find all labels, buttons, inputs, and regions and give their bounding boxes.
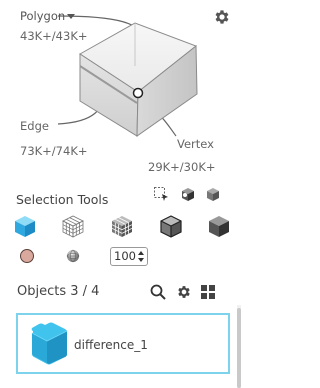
object-thumbnail	[31, 322, 68, 365]
polygon-label: Polygon	[20, 9, 66, 23]
vertex-count: 29K+/30K+	[148, 160, 216, 174]
sphere-icon[interactable]	[66, 249, 80, 263]
color-swatch[interactable]	[20, 249, 34, 263]
wireframe-mode-icon[interactable]	[61, 214, 85, 238]
topology-panel: Polygon 43K+/43K+ Edge 73K+/74K+ Vertex …	[0, 0, 245, 180]
polygon-count: 43K+/43K+	[20, 29, 88, 43]
cube-3d	[79, 22, 198, 137]
solid-mode-icon[interactable]	[207, 214, 231, 238]
edge-label: Edge	[20, 119, 49, 133]
gear-icon[interactable]	[213, 8, 231, 26]
gear-icon[interactable]	[176, 284, 192, 300]
vertex-marker	[132, 87, 144, 99]
cube-select-icon[interactable]	[180, 186, 196, 202]
object-list-item[interactable]: difference_1	[16, 313, 230, 374]
objects-title: Objects 3 / 4	[17, 284, 100, 299]
grid-view-icon[interactable]	[200, 284, 216, 300]
box-select-icon[interactable]	[153, 186, 169, 202]
solid-cube-icon[interactable]	[205, 186, 221, 202]
object-mode-icon[interactable]	[13, 214, 37, 238]
stepper-arrows-icon[interactable]	[137, 250, 145, 263]
vertex-label: Vertex	[177, 137, 214, 151]
size-number-input[interactable]: 100	[110, 247, 148, 266]
face-mode-icon[interactable]	[110, 214, 134, 238]
scrollbar-thumb[interactable]	[237, 308, 241, 388]
polygon-selector[interactable]: Polygon	[20, 9, 76, 23]
chevron-down-icon	[67, 14, 76, 19]
object-name: difference_1	[74, 338, 148, 352]
size-value: 100	[114, 249, 136, 263]
vertex-mode-icon[interactable]	[159, 214, 183, 238]
selection-tools-title: Selection Tools	[16, 192, 109, 207]
edge-count: 73K+/74K+	[20, 144, 88, 158]
search-icon[interactable]	[150, 284, 166, 300]
selection-options-row: 100	[0, 247, 245, 269]
